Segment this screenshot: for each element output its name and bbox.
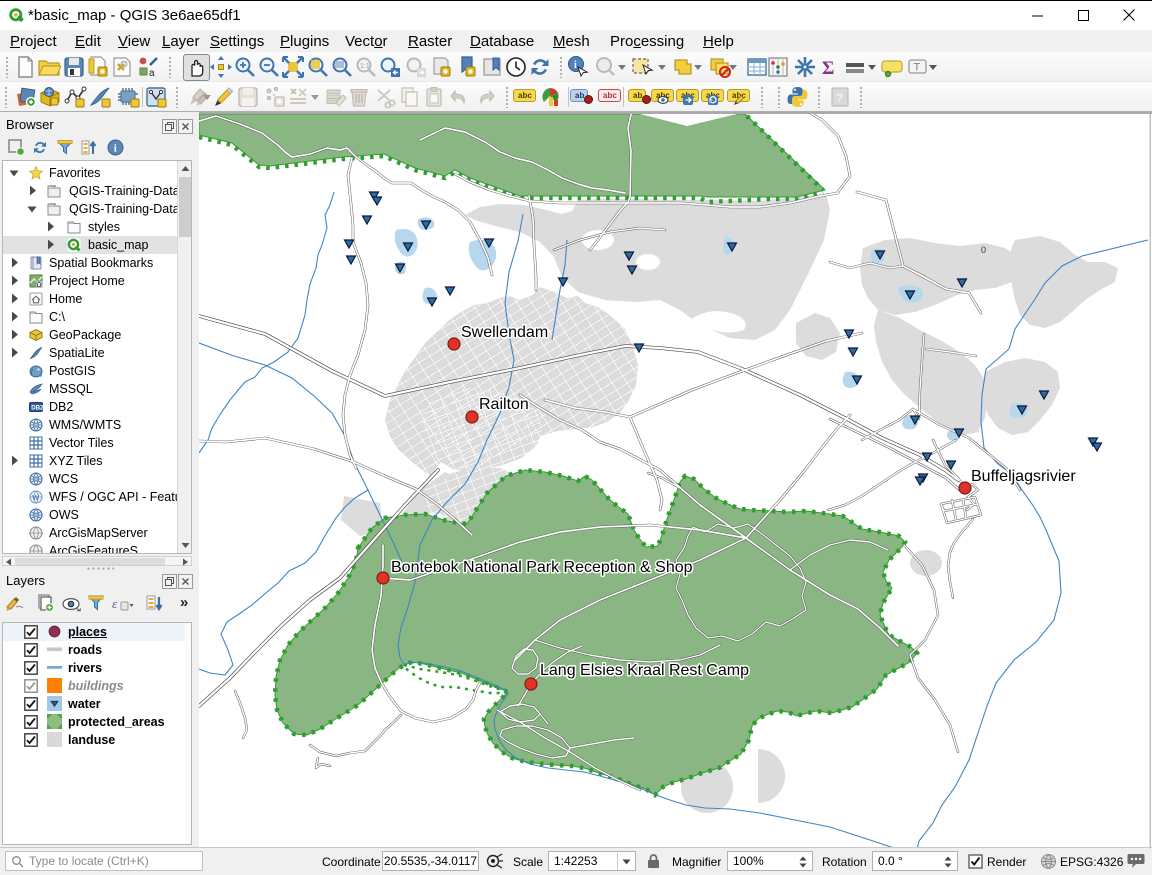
svg-text:DB2: DB2	[31, 405, 43, 412]
svg-text:a: a	[149, 68, 155, 79]
svg-text:Bontebok National Park Recepti: Bontebok National Park Reception & Shop	[391, 559, 693, 576]
svg-text:0: 0	[981, 245, 986, 255]
svg-text:Σ: Σ	[822, 58, 834, 79]
svg-text:?: ?	[836, 91, 843, 105]
svg-text:i: i	[114, 143, 117, 155]
svg-text:Railton: Railton	[479, 396, 529, 413]
svg-text:1:1: 1:1	[360, 63, 370, 70]
svg-text:W: W	[32, 495, 39, 502]
svg-text:Lang Elsies Kraal Rest Camp: Lang Elsies Kraal Rest Camp	[540, 662, 749, 679]
svg-text:Buffeljagsrivier: Buffeljagsrivier	[971, 468, 1076, 485]
svg-text:Swellendam: Swellendam	[461, 324, 548, 341]
svg-text:ε: ε	[112, 596, 118, 611]
svg-text:T: T	[914, 62, 921, 74]
svg-text:i: i	[574, 60, 577, 71]
